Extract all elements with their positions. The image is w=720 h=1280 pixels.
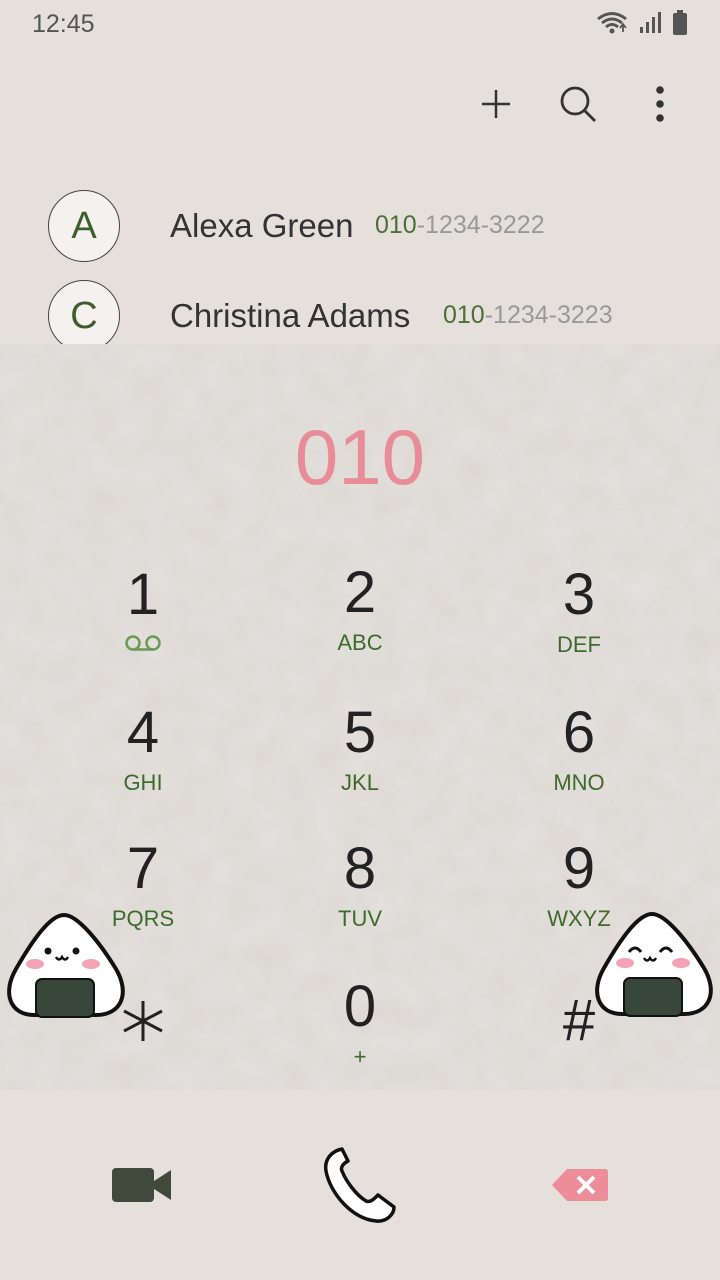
more-options-icon	[656, 86, 664, 122]
contact-name: Christina Adams	[170, 297, 411, 334]
key-letters: TUV	[338, 906, 382, 931]
toolbar	[476, 76, 680, 132]
key-letters: MNO	[553, 770, 605, 795]
key-1[interactable]: 1	[43, 564, 243, 684]
key-letters: DEF	[557, 632, 601, 657]
key-letters: GHI	[123, 770, 163, 795]
contact-row[interactable]: A Alexa Green 010-1234-3222	[0, 181, 720, 271]
key-digit: 5	[343, 700, 377, 765]
key-8[interactable]: 8 TUV	[260, 838, 460, 958]
onigiri-right-sticker	[595, 911, 713, 1017]
key-digit: 7	[126, 836, 160, 901]
key-digit: 2	[343, 560, 377, 625]
dial-pad: 010 1 2 ABC 3 DEF 4 GHI 5 JKL 6 MNO 7 PQ…	[0, 344, 720, 1090]
key-letters: +	[353, 1044, 367, 1069]
add-contact-button[interactable]	[476, 76, 516, 132]
call-button[interactable]	[310, 1140, 410, 1230]
key-2[interactable]: 2 ABC	[260, 562, 460, 682]
more-options-button[interactable]	[640, 76, 680, 132]
add-icon	[482, 90, 510, 118]
wifi-icon	[597, 12, 627, 34]
status-bar: 12:45	[0, 0, 720, 48]
onigiri-left-sticker	[7, 912, 125, 1018]
key-digit: 8	[343, 836, 377, 901]
key-digit: 1	[126, 562, 160, 627]
number-rest: -1234-3223	[484, 301, 613, 329]
key-letters	[43, 632, 243, 660]
key-4[interactable]: 4 GHI	[43, 702, 243, 822]
key-3[interactable]: 3 DEF	[479, 564, 679, 684]
signal-icon	[640, 12, 661, 33]
call-icon	[323, 1147, 396, 1223]
contact-name: Alexa Green	[170, 207, 354, 244]
video-call-icon	[112, 1168, 171, 1202]
battery-icon	[673, 10, 687, 35]
key-digit: 4	[126, 700, 160, 765]
key-digit: 9	[562, 836, 596, 901]
avatar: C	[48, 280, 120, 352]
key-digit: 6	[562, 700, 596, 765]
key-letters: JKL	[341, 770, 379, 795]
key-0[interactable]: 0 +	[260, 976, 460, 1090]
status-icons	[596, 10, 688, 36]
key-5[interactable]: 5 JKL	[260, 702, 460, 822]
key-6[interactable]: 6 MNO	[479, 702, 679, 822]
search-button[interactable]	[558, 76, 598, 132]
status-time: 12:45	[32, 10, 95, 38]
contact-number: 010-1234-3223	[443, 301, 613, 330]
call-action-bar	[0, 1090, 720, 1280]
key-letters: ABC	[337, 630, 383, 655]
key-digit: 3	[562, 562, 596, 627]
voicemail-icon	[125, 635, 161, 651]
video-call-button[interactable]	[92, 1140, 192, 1230]
contact-number: 010-1234-3222	[375, 211, 545, 240]
number-match: 010	[375, 211, 417, 239]
number-match: 010	[443, 301, 485, 329]
key-digit: 0	[343, 974, 377, 1039]
dialed-number: 010	[294, 413, 426, 501]
number-rest: -1234-3222	[416, 211, 545, 239]
search-icon	[560, 86, 596, 122]
backspace-icon	[552, 1169, 608, 1201]
avatar: A	[48, 190, 120, 262]
backspace-button[interactable]	[530, 1140, 630, 1230]
